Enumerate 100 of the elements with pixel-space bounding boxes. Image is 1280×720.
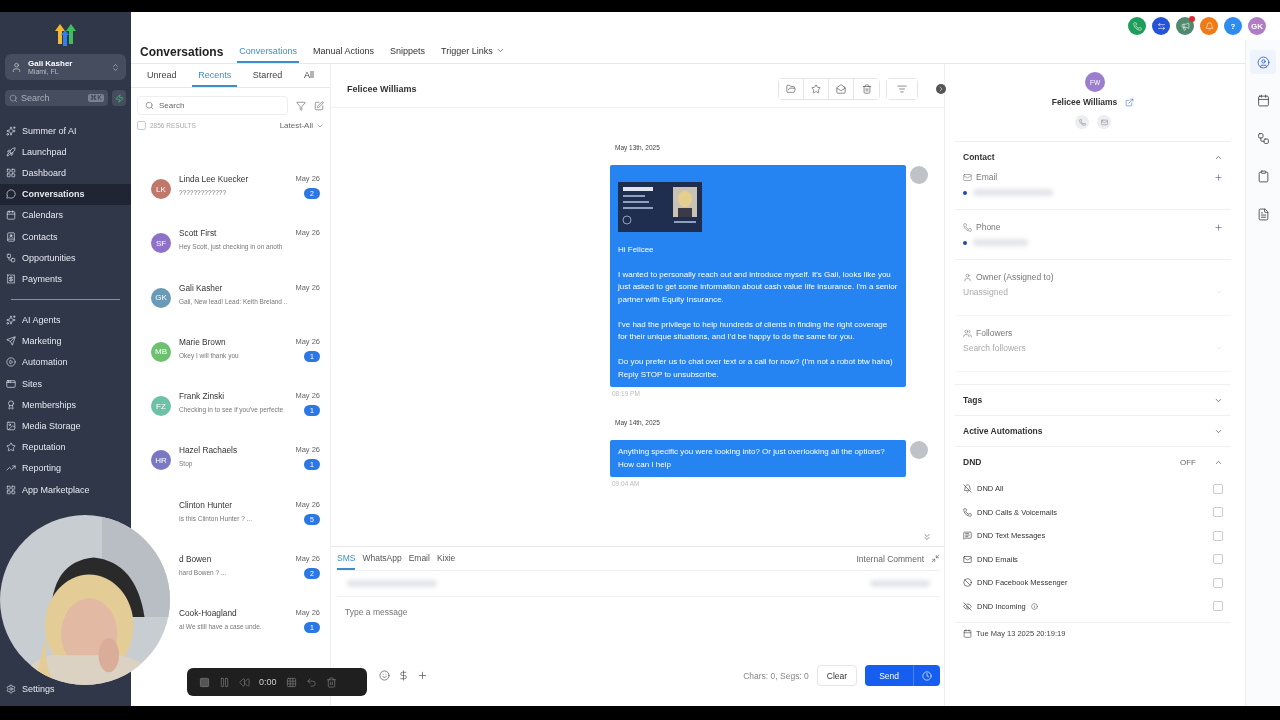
filter-tab[interactable]: All	[297, 64, 320, 87]
contact-name[interactable]: Scott First	[179, 228, 217, 239]
megaphone-button[interactable]	[1176, 17, 1194, 35]
dnd-checkbox[interactable]	[1213, 601, 1223, 612]
contact-name[interactable]: Hazel Rachaels	[179, 445, 238, 456]
nav-item[interactable]: Payments	[0, 268, 131, 290]
nav-item[interactable]: Sites	[0, 373, 131, 395]
external-link-icon	[1125, 97, 1135, 107]
nav-item[interactable]: Reputation	[0, 436, 131, 458]
filter-icon	[897, 83, 907, 94]
nav-item[interactable]: Opportunities	[0, 247, 131, 269]
switch-button[interactable]	[1152, 17, 1170, 35]
page-title: Conversations	[140, 43, 224, 61]
chevron-icon	[937, 84, 945, 93]
section-header[interactable]: Active Automations	[955, 415, 1231, 446]
filter-tab[interactable]: Starred	[246, 64, 289, 87]
filter-icon	[296, 100, 306, 111]
nav-icon	[6, 463, 16, 474]
collapse-button[interactable]	[936, 83, 946, 94]
settings-link[interactable]: Settings	[22, 684, 55, 694]
contact-name[interactable]: Cook-Hoagland	[179, 608, 237, 619]
call-button[interactable]	[1075, 115, 1089, 129]
nav-item[interactable]: Reporting	[0, 457, 131, 479]
channel-tab[interactable]: Email	[408, 547, 430, 570]
nav-item[interactable]: Automation	[0, 351, 131, 374]
nav-item[interactable]: Memberships	[0, 394, 131, 416]
nav-item[interactable]: App Marketplace	[0, 479, 131, 501]
send-button[interactable]: Send	[865, 665, 913, 686]
page-tab[interactable]: Conversations	[237, 40, 299, 63]
logo-icon	[53, 22, 78, 46]
document-icon	[1256, 207, 1270, 221]
nav-item[interactable]: Marketing	[0, 330, 131, 352]
dnd-checkbox[interactable]	[1213, 507, 1223, 518]
folder-button[interactable]	[779, 78, 804, 99]
rewind-icon	[239, 676, 250, 688]
dnd-checkbox[interactable]	[1213, 577, 1223, 588]
nav-item[interactable]: Launchpad	[0, 141, 131, 163]
phone-button[interactable]	[1128, 17, 1146, 35]
network-icon	[1256, 131, 1270, 145]
page-tab[interactable]: Manual Actions	[310, 40, 376, 63]
sort-dropdown[interactable]: Latest-All	[279, 121, 324, 130]
phone-icon	[1132, 21, 1142, 31]
megaphone-icon	[1180, 21, 1190, 31]
clear-button[interactable]: Clear	[816, 665, 858, 686]
eye-off-icon	[963, 601, 972, 611]
contact-name[interactable]: Linda Lee Kuecker	[179, 174, 249, 184]
select-all-checkbox[interactable]	[137, 121, 146, 130]
search-icon	[9, 93, 18, 103]
contact-name[interactable]: Marie Brown	[179, 336, 226, 347]
contact-name: Felicee Williams	[347, 83, 417, 94]
clock-icon	[922, 670, 932, 681]
channel-tab[interactable]: SMS	[337, 547, 356, 570]
section-header[interactable]: Contact	[955, 141, 1231, 172]
filter-button[interactable]	[887, 78, 917, 99]
filter-tab[interactable]: Unread	[141, 64, 183, 87]
nav-item[interactable]: Summer of AI	[0, 120, 131, 142]
user-tab[interactable]	[1250, 50, 1276, 74]
contact-avatar: GK	[151, 287, 171, 308]
bullet-icon	[963, 240, 967, 245]
contact-name[interactable]: Frank Zinski	[179, 391, 225, 402]
internal-comment-tab[interactable]: Internal Comment	[856, 553, 924, 564]
message-text: I wanted to personally reach out and introduce myself. It's Gali, looks like you just asked to get some information about cash value life insurance. I'm a senior partner with Equity Insurance.	[618, 268, 898, 306]
search-field[interactable]: Search	[137, 96, 288, 115]
dollar-icon	[398, 670, 409, 681]
schedule-button[interactable]	[913, 665, 940, 686]
mail-icon	[963, 554, 972, 564]
message-icon	[963, 531, 972, 541]
chevron-icon	[111, 62, 120, 72]
nav-item[interactable]: Calendars	[0, 204, 131, 226]
field-label: Email	[976, 172, 998, 182]
nav-item[interactable]: Media Storage	[0, 415, 131, 437]
minimize-icon	[931, 554, 940, 563]
grid-icon	[285, 676, 297, 688]
filter-tab[interactable]: Recents	[192, 64, 238, 87]
undo-icon	[305, 676, 317, 688]
blocked-icon	[963, 578, 972, 588]
email-button[interactable]	[1097, 115, 1111, 129]
contact-name[interactable]: d Bowen	[179, 554, 212, 565]
channel-tab[interactable]: WhatsApp	[362, 547, 402, 570]
page-tab[interactable]: Snippets	[387, 40, 427, 63]
page-tab[interactable]: Trigger Links	[438, 40, 507, 63]
quick-action-button[interactable]	[112, 90, 126, 106]
channel-tab[interactable]: Kixie	[436, 547, 456, 570]
bell-button[interactable]	[1200, 17, 1218, 35]
dnd-checkbox[interactable]	[1213, 554, 1223, 565]
nav-item[interactable]: AI Agents	[0, 309, 131, 331]
section-header[interactable]: Tags	[955, 384, 1231, 415]
clipboard-icon	[1256, 169, 1270, 183]
section-header[interactable]: DND OFF	[955, 446, 1231, 477]
dnd-checkbox[interactable]	[1213, 483, 1223, 494]
section-title: Active Automations	[963, 426, 1043, 436]
contact-name[interactable]: Gali Kasher	[179, 282, 223, 293]
nav-item[interactable]: Conversations	[0, 183, 131, 205]
nav-item[interactable]: Dashboard	[0, 162, 131, 184]
nav-item[interactable]: Contacts	[0, 225, 131, 248]
dnd-checkbox[interactable]	[1213, 530, 1223, 541]
sender-avatar	[910, 441, 928, 459]
contact-name[interactable]: Clinton Hunter	[179, 499, 233, 510]
calendar-icon	[963, 629, 972, 638]
star-icon	[811, 83, 821, 94]
